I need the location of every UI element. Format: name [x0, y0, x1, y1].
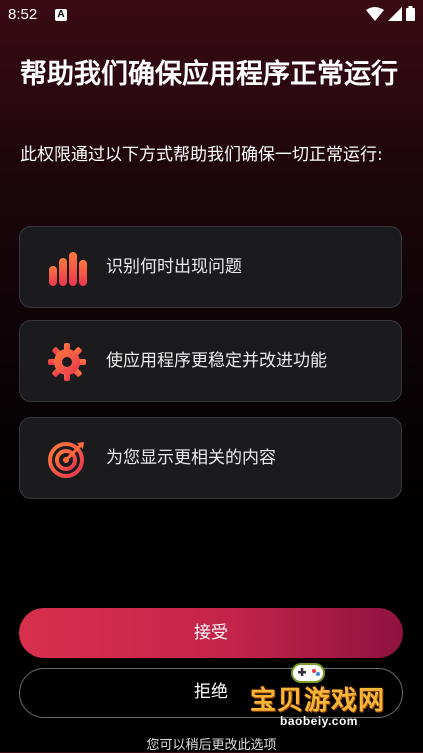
- footer-note: 您可以稍后更改此选项: [146, 738, 277, 753]
- page-title: 帮助我们确保应用程序正常运行: [20, 59, 398, 90]
- bar-chart-icon: [49, 252, 87, 286]
- feature-card-identify-issues: 识别何时出现问题: [19, 226, 402, 308]
- notification-a-icon: A: [55, 9, 67, 21]
- accept-button[interactable]: 接受: [19, 608, 403, 658]
- cell-signal-icon: [388, 6, 402, 21]
- feature-card-relevant-content: 为您显示更相关的内容: [19, 417, 402, 499]
- status-bar: 8:52 A: [0, 0, 423, 30]
- status-time: 8:52: [8, 6, 38, 23]
- feature-card-stability: 使应用程序更稳定并改进功能: [19, 320, 402, 402]
- feature-label: 识别何时出现问题: [106, 257, 242, 277]
- status-icons: [366, 6, 415, 21]
- wifi-icon: [366, 6, 384, 21]
- feature-label: 为您显示更相关的内容: [106, 448, 276, 468]
- feature-label: 使应用程序更稳定并改进功能: [106, 351, 327, 371]
- battery-icon: [406, 6, 415, 21]
- target-icon: [48, 442, 84, 478]
- watermark-logo: 宝贝游戏网 baobeiy.com: [244, 660, 420, 732]
- watermark-url: baobeiy.com: [280, 714, 358, 728]
- watermark-text: 宝贝游戏网: [250, 686, 386, 716]
- page-subtitle: 此权限通过以下方式帮助我们确保一切正常运行:: [20, 145, 383, 165]
- gear-icon: [48, 343, 86, 381]
